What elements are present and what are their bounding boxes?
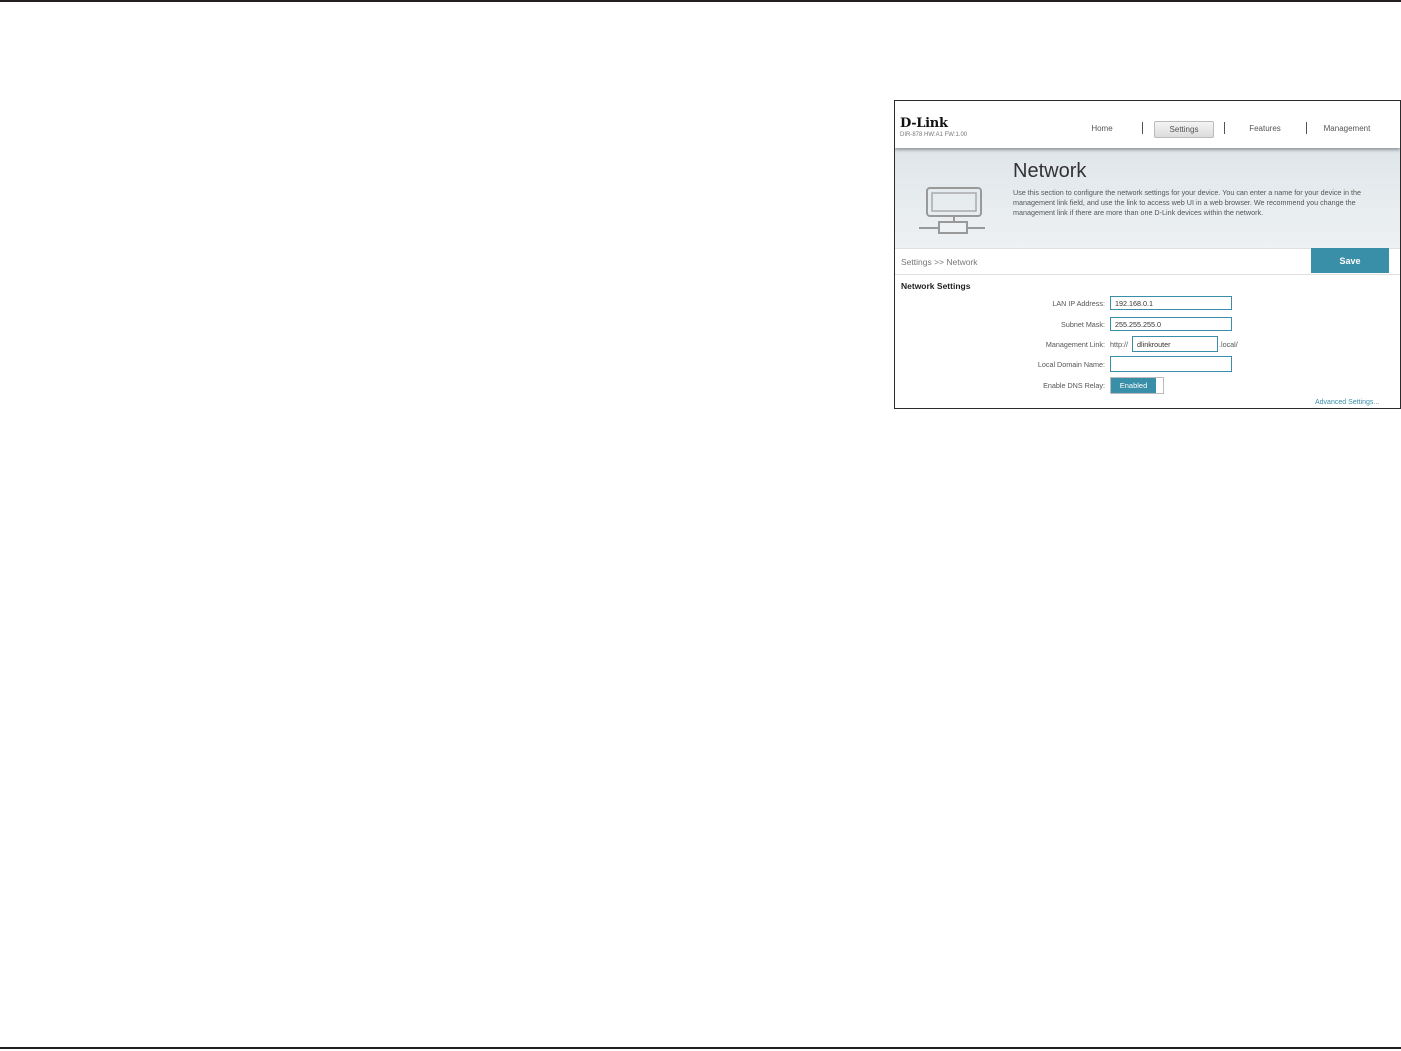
model-info: DIR-878 HW:A1 FW:1.00 <box>900 132 968 138</box>
router-ui-screenshot: D-Link DIR-878 HW:A1 FW:1.00 Home Settin… <box>894 100 1401 409</box>
section-title: Network Settings <box>901 281 971 291</box>
nav-features[interactable]: Features <box>1240 121 1290 136</box>
management-link-label: Management Link: <box>1045 340 1105 349</box>
dns-relay-state: Enabled <box>1111 378 1156 393</box>
lan-ip-input[interactable] <box>1110 296 1232 310</box>
management-link-prefix: http:// <box>1110 340 1128 349</box>
dlink-logo: D-Link <box>900 116 948 131</box>
nav-settings[interactable]: Settings <box>1154 121 1214 138</box>
advanced-settings-link[interactable]: Advanced Settings... <box>1315 399 1379 406</box>
lan-ip-label: LAN IP Address: <box>1052 299 1105 308</box>
nav-separator <box>1142 122 1143 134</box>
dns-relay-toggle[interactable]: Enabled <box>1110 377 1164 394</box>
management-link-input[interactable] <box>1132 336 1218 352</box>
page-description: Use this section to configure the networ… <box>1013 188 1361 217</box>
management-link-suffix: .local/ <box>1219 340 1238 349</box>
nav-separator <box>1306 122 1307 134</box>
nav-separator <box>1224 122 1225 134</box>
page-title: Network <box>1013 160 1087 182</box>
subnet-mask-input[interactable] <box>1110 317 1232 331</box>
bottom-rule <box>0 1047 1401 1049</box>
top-header: D-Link DIR-878 HW:A1 FW:1.00 Home Settin… <box>895 101 1400 148</box>
network-computer-icon <box>919 187 985 234</box>
page-banner: Network Use this section to configure th… <box>895 148 1400 248</box>
local-domain-label: Local Domain Name: <box>1037 360 1105 369</box>
nav-home[interactable]: Home <box>1080 121 1124 136</box>
top-rule <box>0 0 1401 2</box>
dns-relay-label: Enable DNS Relay: <box>1043 381 1105 390</box>
breadcrumb: Settings >> Network <box>901 257 978 267</box>
subnet-mask-label: Subnet Mask: <box>1061 320 1105 329</box>
nav-management[interactable]: Management <box>1318 121 1376 136</box>
local-domain-input[interactable] <box>1110 356 1232 372</box>
save-button[interactable]: Save <box>1311 248 1389 273</box>
